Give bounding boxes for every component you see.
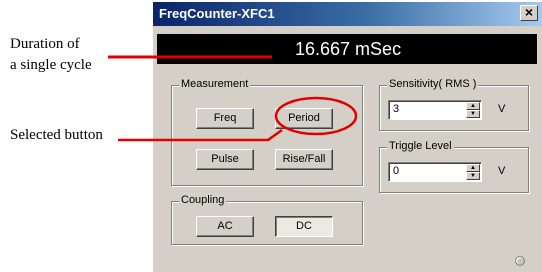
trigger-level-legend: Triggle Level: [387, 140, 454, 152]
measurement-group: Measurement Freq Period Pulse Rise/Fall: [171, 78, 363, 186]
sensitivity-group: Sensitivity( RMS ) 3 ▲ ▼ V: [379, 78, 529, 131]
trigger-level-spinbox[interactable]: 0 ▲ ▼: [388, 162, 482, 182]
measurement-legend: Measurement: [179, 78, 251, 90]
close-button[interactable]: ×: [520, 5, 538, 21]
trigger-level-down-button[interactable]: ▼: [466, 172, 480, 180]
sensitivity-spinbox[interactable]: 3 ▲ ▼: [388, 100, 482, 120]
sensitivity-up-button[interactable]: ▲: [466, 102, 480, 110]
sensitivity-unit: V: [498, 103, 506, 115]
up-arrow-icon: ▲: [470, 103, 476, 109]
close-icon: ×: [524, 4, 534, 20]
sensitivity-down-button[interactable]: ▼: [466, 110, 480, 118]
ac-button[interactable]: AC: [196, 216, 254, 237]
window-title: FreqCounter-XFC1: [159, 6, 275, 21]
dc-button[interactable]: DC: [275, 216, 333, 237]
up-arrow-icon: ▲: [470, 165, 476, 171]
period-button[interactable]: Period: [275, 108, 333, 129]
trigger-level-up-button[interactable]: ▲: [466, 164, 480, 172]
readout-display: 16.667 mSec: [157, 34, 537, 64]
coupling-group: Coupling AC DC: [171, 194, 363, 245]
sensitivity-legend: Sensitivity( RMS ): [387, 78, 479, 90]
down-arrow-icon: ▼: [470, 173, 476, 179]
trigger-level-value: 0: [393, 165, 400, 177]
freq-counter-window: FreqCounter-XFC1 × 16.667 mSec Measureme…: [153, 2, 542, 272]
readout-value: 16.667 mSec: [295, 39, 402, 59]
pulse-button[interactable]: Pulse: [196, 149, 254, 170]
sensitivity-value: 3: [393, 103, 400, 115]
status-indicator-icon: [515, 256, 525, 266]
freq-button[interactable]: Freq: [196, 108, 254, 129]
trigger-level-group: Triggle Level 0 ▲ ▼ V: [379, 140, 529, 193]
annotation-selected-button: Selected button: [10, 127, 103, 143]
coupling-legend: Coupling: [179, 194, 227, 206]
title-bar[interactable]: FreqCounter-XFC1 ×: [153, 2, 542, 26]
annotation-duration: Duration of a single cycle: [10, 36, 92, 73]
down-arrow-icon: ▼: [470, 111, 476, 117]
rise-fall-button[interactable]: Rise/Fall: [275, 149, 333, 170]
trigger-level-unit: V: [498, 165, 506, 177]
